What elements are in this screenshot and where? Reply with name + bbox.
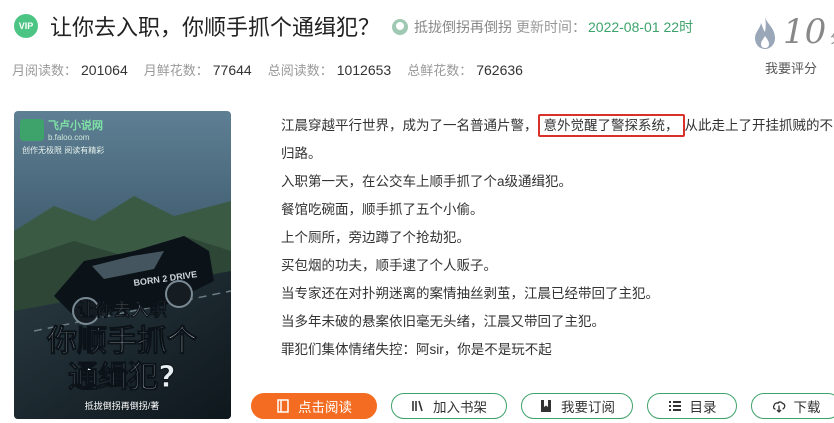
add-shelf-button[interactable]: 加入书架 <box>391 393 507 419</box>
vip-badge: VIP <box>14 14 38 38</box>
stat-month-reads: 月阅读数： 201064 <box>12 62 128 78</box>
cover-author: 抵拢倒拐再倒拐/著 <box>85 400 160 411</box>
cover-title-1: 让你去入职 <box>77 299 167 321</box>
book-cover-image[interactable]: BORN 2 DRIVE 飞卢小说网 b.faloo.com 创作无极限 阅读有… <box>14 111 231 419</box>
stat-total-flowers: 总鲜花数： 762636 <box>407 62 523 78</box>
rating-score: 10分 <box>783 12 834 52</box>
author-info: 抵拢倒拐再倒拐 更新时间： 2022-08-01 22时 <box>392 17 693 37</box>
subscribe-button[interactable]: 我要订阅 <box>521 393 633 419</box>
flame-icon <box>755 17 775 49</box>
desc-line: 当专家还在对扑朔迷离的案情抽丝剥茧，江晨已经带回了主犯。 <box>281 286 659 301</box>
download-button[interactable]: 下载 <box>751 393 834 419</box>
desc-highlight: 意外觉醒了警探系统， <box>537 114 685 137</box>
desc-line: 罪犯们集体情绪失控：阿sir，你是不是玩不起 <box>281 342 552 357</box>
cover-title-3: 通缉犯? <box>68 360 175 395</box>
rate-button[interactable]: 我要评分 <box>765 58 817 77</box>
desc-line: 上个厕所，旁边蹲了个抢劫犯。 <box>281 230 470 245</box>
cover-site-name: 飞卢小说网 <box>48 118 103 132</box>
update-label: 更新时间： <box>516 19 586 35</box>
author-icon <box>392 19 408 35</box>
desc-line: 当多年未破的悬案依旧毫无头绪，江晨又带回了主犯。 <box>281 314 605 329</box>
rating-unit: 分 <box>830 30 834 46</box>
stats-row: 月阅读数： 201064 月鲜花数： 77644 总阅读数： 1012653 总鲜花数… <box>12 60 539 79</box>
read-button[interactable]: 点击阅读 <box>251 393 377 419</box>
list-icon <box>668 401 681 411</box>
desc-line-1: 江晨穿越平行世界，成为了一名普通片警， 意外觉醒了警探系统， 从此走上了开挂抓贼的不… <box>251 112 834 168</box>
book-title: 让你去入职，你顺手抓个通缉犯？ <box>50 15 381 40</box>
book-icon <box>277 399 289 413</box>
cover-slogan: 创作无极限 阅读有精彩 <box>22 145 104 155</box>
catalog-button[interactable]: 目录 <box>647 393 737 419</box>
desc-line: 入职第一天，在公交车上顺手抓了个a级通缉犯。 <box>281 174 573 189</box>
cover-site-url: b.faloo.com <box>48 133 90 142</box>
author-name-link[interactable]: 抵拢倒拐再倒拐 <box>414 17 512 37</box>
action-buttons: 点击阅读 加入书架 我要订阅 目录 下载 <box>251 393 834 419</box>
bookmark-icon <box>541 400 551 412</box>
update-time: 2022-08-01 22时 <box>588 19 694 35</box>
desc-line: 买包烟的功夫，顺手逮了个人贩子。 <box>281 258 497 273</box>
download-icon <box>772 401 785 413</box>
cover-title-2: 你顺手抓个 <box>46 324 198 359</box>
stat-month-flowers: 月鲜花数： 77644 <box>143 62 252 78</box>
desc-line: 餐馆吃碗面，顺手抓了五个小偷。 <box>281 202 484 217</box>
book-description: 江晨穿越平行世界，成为了一名普通片警， 意外觉醒了警探系统， 从此走上了开挂抓贼的不… <box>251 112 834 364</box>
shelf-icon <box>412 400 423 412</box>
stat-total-reads: 总阅读数： 1012653 <box>267 62 392 78</box>
